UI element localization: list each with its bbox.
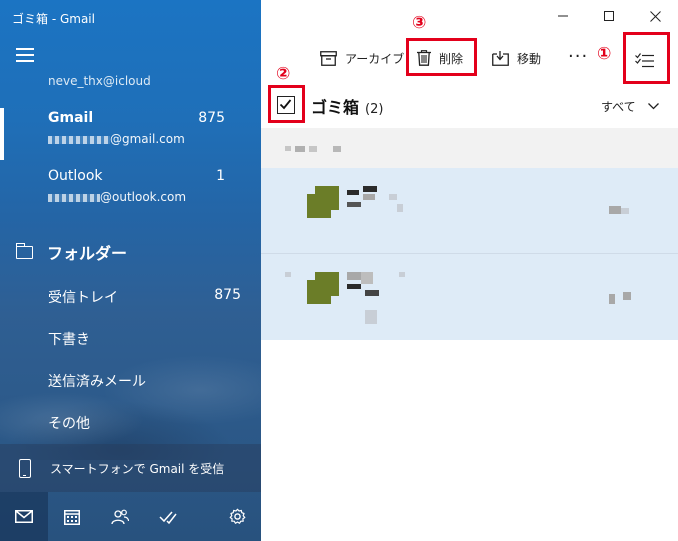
todo-nav-button[interactable]: [144, 492, 192, 541]
people-nav-button[interactable]: [96, 492, 144, 541]
list-header: ゴミ箱 (2) すべて: [261, 84, 678, 126]
more-options-button[interactable]: ···: [568, 46, 588, 67]
move-button[interactable]: 移動: [492, 44, 541, 72]
archive-icon: [320, 50, 337, 66]
redacted-text: [347, 202, 361, 207]
archive-label: アーカイブ: [345, 51, 405, 66]
redacted-text: [347, 272, 361, 280]
folder-item-sent[interactable]: 送信済みメール: [0, 361, 261, 401]
delete-button[interactable]: 削除: [417, 44, 463, 72]
todo-icon: [159, 511, 177, 524]
folder-item-drafts[interactable]: 下書き: [0, 319, 261, 359]
redacted-text: [285, 146, 291, 151]
unread-count: 875: [198, 110, 225, 126]
redacted-text: [285, 272, 291, 277]
checkmark-icon: [279, 99, 292, 110]
account-name: Gmail: [48, 110, 94, 126]
close-button[interactable]: [632, 0, 678, 32]
trash-icon: [417, 50, 431, 66]
maximize-button[interactable]: [586, 0, 632, 32]
phone-icon: [19, 459, 31, 478]
account-gmail[interactable]: Gmail 875 @gmail.com: [0, 106, 261, 160]
window-controls: [540, 0, 678, 32]
redacted-text: [389, 194, 397, 200]
redacted-text: [48, 135, 110, 144]
redacted-date: [609, 294, 615, 304]
minimize-button[interactable]: [540, 0, 586, 32]
folder-label: 下書き: [48, 332, 90, 348]
calendar-nav-button[interactable]: [48, 492, 96, 541]
folder-label: その他: [48, 416, 90, 432]
calendar-icon: [64, 509, 80, 525]
hamburger-menu-icon[interactable]: [16, 48, 34, 62]
bottom-nav: [0, 492, 261, 541]
move-to-folder-icon: [492, 50, 509, 66]
annotation-marker-2: ②: [276, 64, 291, 84]
folder-label: 送信済みメール: [48, 374, 146, 390]
sidebar: ゴミ箱 - Gmail neve_thx@icloud Gmail 875 @g…: [0, 0, 261, 541]
folder-icon: [15, 242, 33, 259]
folder-count: 875: [214, 287, 241, 303]
redacted-text: [48, 193, 100, 202]
message-list-pane: アーカイブ ③ 削除 移動 ··· ① ② ゴミ箱 (2) すべて: [261, 0, 678, 541]
redacted-text: [347, 190, 359, 195]
redacted-text: [361, 272, 373, 284]
selection-mode-button[interactable]: [635, 46, 654, 74]
redacted-text: [333, 146, 341, 152]
sender-avatar: [307, 272, 339, 304]
move-label: 移動: [517, 51, 542, 66]
chevron-down-icon: [647, 103, 659, 110]
folder-item-inbox[interactable]: 受信トレイ 875: [0, 277, 261, 317]
account-name: Outlook: [48, 168, 103, 184]
window-title: ゴミ箱 - Gmail: [12, 12, 95, 26]
gear-icon: [229, 508, 245, 524]
select-all-checkbox[interactable]: [277, 96, 295, 114]
message-row[interactable]: [261, 168, 678, 254]
annotation-marker-1: ①: [597, 44, 612, 64]
message-row[interactable]: [261, 254, 678, 340]
checklist-icon: [635, 53, 654, 68]
delete-label: 削除: [439, 51, 464, 66]
folder-label: 受信トレイ: [48, 290, 118, 306]
mail-icon: [15, 510, 33, 523]
redacted-text: [399, 272, 405, 277]
redacted-text: [363, 186, 377, 192]
unread-count: 1: [216, 168, 225, 184]
date-group-header: [261, 128, 678, 168]
redacted-text: [347, 284, 361, 289]
redacted-text: [397, 204, 403, 212]
maximize-icon: [604, 11, 614, 21]
phone-promo-label: スマートフォンで Gmail を受信: [50, 462, 225, 476]
redacted-text: [365, 290, 379, 296]
minimize-icon: [558, 15, 568, 17]
close-icon: [649, 10, 661, 22]
redacted-date: [623, 292, 631, 300]
annotation-marker-3: ③: [412, 13, 427, 33]
phone-promo-button[interactable]: スマートフォンで Gmail を受信: [0, 444, 261, 492]
mail-nav-button[interactable]: [0, 492, 48, 541]
archive-button[interactable]: アーカイブ: [320, 44, 404, 72]
account-email: @outlook.com: [48, 190, 186, 204]
people-icon: [111, 509, 129, 524]
account-email-partial: neve_thx@icloud: [48, 74, 151, 88]
redacted-date: [621, 208, 629, 214]
folder-title: ゴミ箱 (2): [311, 98, 384, 117]
redacted-text: [295, 146, 305, 152]
account-outlook[interactable]: Outlook 1 @outlook.com: [0, 164, 261, 216]
sender-avatar: [307, 186, 339, 218]
filter-label: すべて: [601, 100, 636, 114]
redacted-date: [609, 206, 621, 214]
account-email: @gmail.com: [48, 132, 185, 146]
folder-message-count: (2): [365, 102, 384, 117]
folder-item-other[interactable]: その他: [0, 403, 261, 443]
redacted-text: [309, 146, 317, 152]
folders-heading[interactable]: フォルダー: [15, 240, 127, 264]
filter-dropdown[interactable]: すべて: [601, 98, 659, 115]
redacted-text: [365, 310, 377, 324]
settings-nav-button[interactable]: [213, 492, 261, 541]
redacted-text: [363, 194, 375, 200]
